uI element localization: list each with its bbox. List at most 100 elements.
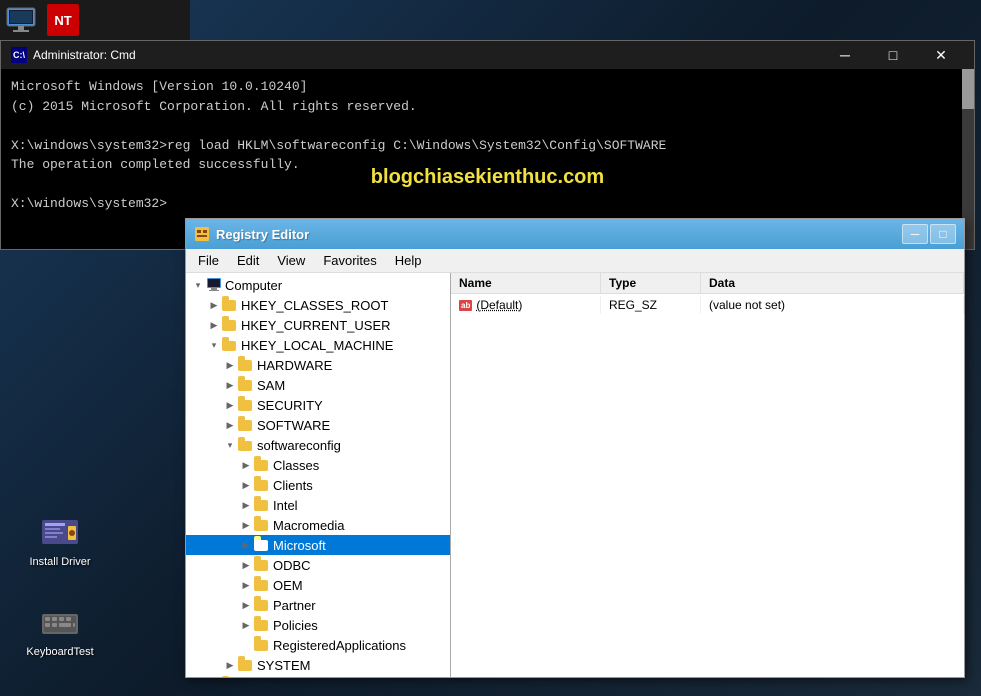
tree-system-label: SYSTEM [257,658,310,673]
expand-sam[interactable]: ▶ [222,377,238,393]
cmd-line-4: X:\windows\system32>reg load HKLM\softwa… [11,136,964,156]
expand-security[interactable]: ▶ [222,397,238,413]
top-taskbar: NT [0,0,190,40]
folder-classes-icon [254,458,270,472]
col-name: Name [451,273,601,293]
tree-partner[interactable]: ▶ Partner [186,595,450,615]
expand-system[interactable]: ▶ [222,657,238,673]
tree-regapps-label: RegisteredApplications [273,638,406,653]
tree-hku[interactable]: ▶ HKEY_USERS [186,675,450,677]
detail-data-default: (value not set) [701,296,964,314]
cmd-line-5: The operation completed successfully. [11,155,964,175]
tree-intel[interactable]: ▶ Intel [186,495,450,515]
menu-edit[interactable]: Edit [229,251,267,270]
folder-software-icon [238,418,254,432]
tree-hardware[interactable]: ▶ HARDWARE [186,355,450,375]
cmd-titlebar-left: C:\ Administrator: Cmd [11,47,136,63]
tree-microsoft-label: Microsoft [273,538,326,553]
tree-clients[interactable]: ▶ Clients [186,475,450,495]
desktop-icon-install-driver[interactable]: Install Driver [20,504,100,576]
detail-panel: Name Type Data ab (Default) REG_SZ (valu… [451,273,964,677]
tree-classes[interactable]: ▶ Classes [186,455,450,475]
expand-hkcr[interactable]: ▶ [206,297,222,313]
keyboard-test-icon [40,602,80,642]
tree-odbc[interactable]: ▶ ODBC [186,555,450,575]
tree-security-label: SECURITY [257,398,323,413]
expand-softwareconfig[interactable]: ▾ [222,437,238,453]
expand-odbc[interactable]: ▶ [238,557,254,573]
tree-computer[interactable]: ▾ Computer [186,275,450,295]
folder-hkcr-icon [222,298,238,312]
detail-header: Name Type Data [451,273,964,294]
tree-regapps[interactable]: ▶ RegisteredApplications [186,635,450,655]
regedit-app-icon [194,226,210,242]
menu-file[interactable]: File [190,251,227,270]
expand-hardware[interactable]: ▶ [222,357,238,373]
folder-intel-icon [254,498,270,512]
tree-system[interactable]: ▶ SYSTEM [186,655,450,675]
menu-help[interactable]: Help [387,251,430,270]
tree-software[interactable]: ▶ SOFTWARE [186,415,450,435]
tree-security[interactable]: ▶ SECURITY [186,395,450,415]
nt-logo-text: NT [54,13,71,28]
expand-computer[interactable]: ▾ [190,277,206,293]
tree-policies[interactable]: ▶ Policies [186,615,450,635]
folder-security-icon [238,398,254,412]
tree-macromedia[interactable]: ▶ Macromedia [186,515,450,535]
regedit-titlebar-left: Registry Editor [194,226,309,242]
expand-policies[interactable]: ▶ [238,617,254,633]
tree-microsoft[interactable]: ▶ Microsoft [186,535,450,555]
tree-sam-label: SAM [257,378,285,393]
folder-regapps-icon [254,638,270,652]
folder-partner-icon [254,598,270,612]
tree-oem[interactable]: ▶ OEM [186,575,450,595]
expand-hklm[interactable]: ▾ [206,337,222,353]
regedit-content: ▾ Computer ▶ HKEY_CLASS [186,273,964,677]
expand-macromedia[interactable]: ▶ [238,517,254,533]
col-data: Data [701,273,964,293]
cmd-scrollbar-thumb[interactable] [962,69,974,109]
tree-hardware-label: HARDWARE [257,358,332,373]
expand-classes[interactable]: ▶ [238,457,254,473]
detail-row-default[interactable]: ab (Default) REG_SZ (value not set) [451,294,964,316]
folder-policies-icon [254,618,270,632]
menu-favorites[interactable]: Favorites [315,251,384,270]
tree-intel-label: Intel [273,498,298,513]
tree-hkcu-label: HKEY_CURRENT_USER [241,318,391,333]
expand-intel[interactable]: ▶ [238,497,254,513]
cmd-titlebar: C:\ Administrator: Cmd ─ □ ✕ [1,41,974,69]
tree-hkcr[interactable]: ▶ HKEY_CLASSES_ROOT [186,295,450,315]
expand-hkcu[interactable]: ▶ [206,317,222,333]
menu-view[interactable]: View [269,251,313,270]
monitor-icon [5,6,37,34]
expand-partner[interactable]: ▶ [238,597,254,613]
tree-computer-label: Computer [225,278,282,293]
tree-softwareconfig-label: softwareconfig [257,438,341,453]
folder-hardware-icon [238,358,254,372]
tree-hkcu[interactable]: ▶ HKEY_CURRENT_USER [186,315,450,335]
tree-policies-label: Policies [273,618,318,633]
expand-microsoft[interactable]: ▶ [238,537,254,553]
expand-oem[interactable]: ▶ [238,577,254,593]
desktop-icon-keyboard-test[interactable]: KeyboardTest [20,594,100,666]
regedit-maximize-button[interactable]: □ [930,224,956,244]
tree-softwareconfig[interactable]: ▾ softwareconfig [186,435,450,455]
tree-hklm[interactable]: ▾ HKEY_LOCAL_MACHINE [186,335,450,355]
cmd-line-2: (c) 2015 Microsoft Corporation. All righ… [11,97,964,117]
cmd-title: Administrator: Cmd [33,48,136,62]
expand-clients[interactable]: ▶ [238,477,254,493]
cmd-maximize-button[interactable]: □ [870,41,916,69]
folder-hkcu-icon [222,318,238,332]
ab-icon: ab [459,300,472,311]
expand-software[interactable]: ▶ [222,417,238,433]
folder-hklm-icon [222,338,238,352]
folder-softwareconfig-icon [238,438,254,452]
computer-icon [206,277,222,293]
tree-software-label: SOFTWARE [257,418,330,433]
cmd-close-button[interactable]: ✕ [918,41,964,69]
cmd-line-3 [11,116,964,136]
cmd-minimize-button[interactable]: ─ [822,41,868,69]
regedit-minimize-button[interactable]: ─ [902,224,928,244]
folder-clients-icon [254,478,270,492]
tree-sam[interactable]: ▶ SAM [186,375,450,395]
